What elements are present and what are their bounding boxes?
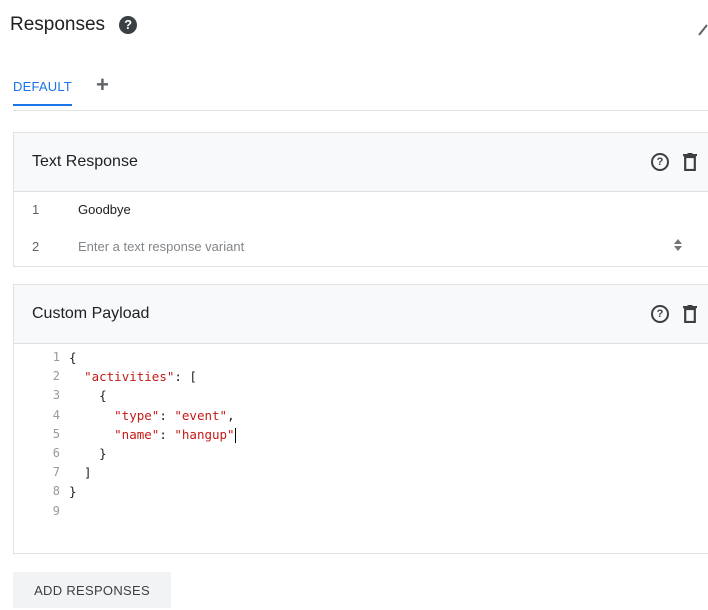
plus-icon[interactable]: + xyxy=(96,72,109,98)
line-number: 7 xyxy=(52,465,60,480)
card-header: Custom Payload ? xyxy=(14,285,708,344)
row-number: 1 xyxy=(32,202,40,217)
code-line[interactable]: { xyxy=(69,386,236,405)
help-circle-icon[interactable]: ? xyxy=(651,153,669,171)
list-item[interactable]: 2 Enter a text response variant xyxy=(14,229,708,266)
trash-icon[interactable] xyxy=(683,153,697,171)
row-number: 2 xyxy=(32,239,40,254)
text-response-card: Text Response ? 1 Goodbye 2 Enter a text… xyxy=(13,132,708,267)
tab-default[interactable]: DEFAULT xyxy=(13,79,72,106)
code-line[interactable]: } xyxy=(69,482,236,501)
line-number: 9 xyxy=(52,503,60,518)
code-line[interactable]: "name": "hangup" xyxy=(69,425,236,444)
page-title: Responses xyxy=(10,14,106,35)
code-line[interactable]: "activities": [ xyxy=(69,367,236,386)
code-line[interactable] xyxy=(69,502,236,521)
text-cursor xyxy=(234,427,236,443)
help-circle-icon[interactable]: ? xyxy=(651,305,669,323)
custom-payload-card: Custom Payload ? 1 2 3 4 5 6 7 8 9 { "ac… xyxy=(13,284,708,554)
card-header: Text Response ? xyxy=(14,133,708,192)
code-line[interactable]: } xyxy=(69,444,236,463)
text-response-value[interactable]: Goodbye xyxy=(78,202,131,217)
line-number: 1 xyxy=(52,350,60,364)
code-line[interactable]: { xyxy=(69,348,236,367)
text-response-input[interactable]: Enter a text response variant xyxy=(78,239,244,254)
responses-header: Responses ? xyxy=(10,14,138,36)
line-gutter: 1 2 3 4 5 6 7 8 9 xyxy=(14,348,60,521)
json-code-editor[interactable]: 1 2 3 4 5 6 7 8 9 { "activities": [ { "t… xyxy=(14,344,708,553)
line-number: 8 xyxy=(52,484,60,499)
list-item[interactable]: 1 Goodbye xyxy=(14,192,708,229)
code-line[interactable]: ] xyxy=(69,463,236,482)
line-number: 5 xyxy=(52,426,60,441)
help-circle-icon[interactable]: ? xyxy=(119,16,138,34)
line-number: 6 xyxy=(52,445,60,460)
line-number: 2 xyxy=(52,369,60,384)
code-line[interactable]: "type": "event", xyxy=(69,406,236,425)
trash-icon[interactable] xyxy=(683,305,697,323)
line-number: 3 xyxy=(52,388,60,403)
card-title: Custom Payload xyxy=(32,305,150,322)
pencil-icon[interactable] xyxy=(698,22,708,36)
line-number: 4 xyxy=(52,407,60,422)
card-title: Text Response xyxy=(32,153,138,170)
updown-icon[interactable] xyxy=(673,237,683,253)
code-lines[interactable]: { "activities": [ { "type": "event", "na… xyxy=(69,348,236,521)
response-tabs: DEFAULT + xyxy=(13,72,708,111)
